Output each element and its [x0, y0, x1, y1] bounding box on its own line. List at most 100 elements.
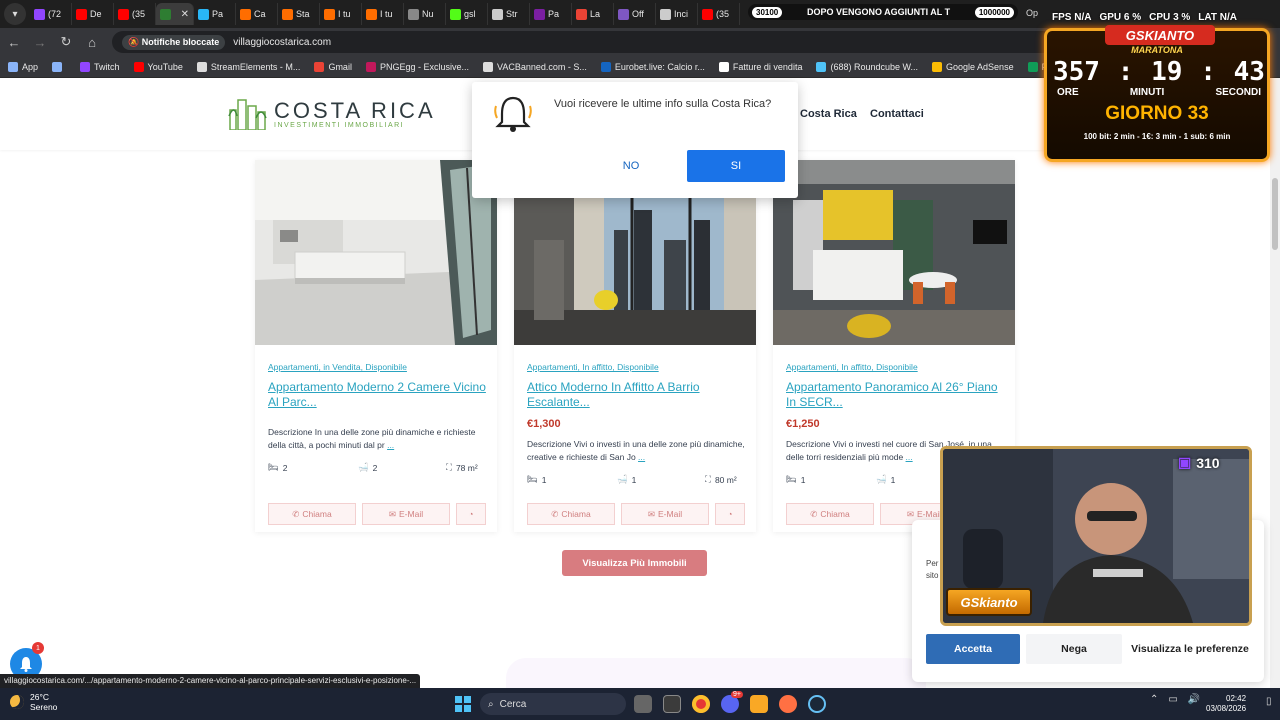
- area-value: 78 m²: [455, 462, 478, 473]
- notification-question: Vuoi ricevere le ultime info sulla Costa…: [554, 98, 772, 110]
- bookmark-item[interactable]: Gmail: [314, 61, 352, 72]
- bookmark-item[interactable]: YouTube: [133, 61, 183, 72]
- apartment-photo-3: [773, 160, 1015, 345]
- nav-costa-rica[interactable]: Costa Rica: [800, 108, 857, 120]
- bookmark-item[interactable]: (688) Roundcube W...: [816, 61, 918, 72]
- task-view-icon[interactable]: [634, 695, 652, 713]
- browser-tab[interactable]: Pa: [194, 3, 236, 25]
- browser-tab[interactable]: (35: [114, 3, 156, 25]
- tab-favicon-icon: [118, 8, 129, 20]
- taskbar-search[interactable]: ⌕ Cerca: [480, 693, 626, 715]
- bookmark-item[interactable]: Fatture di vendita: [718, 61, 802, 72]
- bookmark-item[interactable]: Twitch: [80, 61, 120, 72]
- chrome-icon[interactable]: [692, 695, 710, 713]
- back-icon[interactable]: ←: [2, 30, 26, 54]
- call-label: Chiama: [302, 509, 332, 519]
- cpu-stat: CPU 3 %: [1149, 12, 1190, 23]
- browser-tab[interactable]: Str: [488, 3, 530, 25]
- bookmark-item[interactable]: Eurobet.live: Calcio r...: [600, 61, 705, 72]
- hours-label: ORE: [1057, 87, 1079, 98]
- cookie-preferences-button[interactable]: Visualizza le preferenze: [1128, 634, 1252, 664]
- property-photo[interactable]: [773, 160, 1015, 345]
- call-button[interactable]: ✆ Chiama: [527, 503, 615, 525]
- notifications-blocked-chip[interactable]: 🔕 Notifiche bloccate: [122, 34, 226, 50]
- notification-no-button[interactable]: NO: [600, 150, 662, 182]
- browser-tab[interactable]: La: [572, 3, 614, 25]
- site-logo[interactable]: COSTA RICA INVESTIMENTI IMMOBILIARI: [228, 96, 436, 130]
- phone-icon: ✆: [810, 508, 818, 519]
- page-scrollbar[interactable]: [1270, 78, 1280, 688]
- browser-tab[interactable]: Off: [614, 3, 656, 25]
- cookie-deny-button[interactable]: Nega: [1026, 634, 1122, 664]
- property-tags[interactable]: Appartamenti, In affitto, Disponibile: [786, 362, 918, 372]
- forward-icon[interactable]: →: [28, 30, 52, 54]
- fps-label: FPS: [1052, 12, 1072, 23]
- call-button[interactable]: ✆ Chiama: [786, 503, 874, 525]
- file-explorer-icon[interactable]: [750, 695, 768, 713]
- bookmark-item[interactable]: Google AdSense: [932, 61, 1014, 72]
- browser-tab[interactable]: ✕: [156, 3, 194, 25]
- tab-search-button[interactable]: ▾: [4, 3, 26, 25]
- browser-tab[interactable]: De: [72, 3, 114, 25]
- firefox-icon[interactable]: [779, 695, 797, 713]
- notifications-icon[interactable]: ▯: [1266, 696, 1276, 712]
- home-icon[interactable]: ⌂: [80, 30, 104, 54]
- bookmark-item[interactable]: VACBanned.com - S...: [482, 61, 587, 72]
- scrollbar-thumb[interactable]: [1272, 178, 1278, 250]
- browser-tab[interactable]: (35: [698, 3, 740, 25]
- call-button[interactable]: ✆ Chiama: [268, 503, 356, 525]
- reload-icon[interactable]: ↻: [54, 30, 78, 54]
- read-more-link[interactable]: ...: [387, 440, 394, 450]
- browser-tab[interactable]: (72: [30, 3, 72, 25]
- start-button[interactable]: [455, 696, 471, 712]
- bookmark-item[interactable]: [52, 61, 66, 72]
- browser-tab[interactable]: Inci: [656, 3, 698, 25]
- property-title[interactable]: Appartamento Panoramico Al 26° Piano In …: [786, 380, 1006, 410]
- clock-time: 02:42: [1226, 694, 1247, 703]
- property-card[interactable]: Appartamenti, in Vendita, Disponibile Ap…: [255, 160, 497, 532]
- bookmark-item[interactable]: StreamElements - M...: [196, 61, 300, 72]
- whatsapp-button[interactable]: ◔: [715, 503, 745, 525]
- whatsapp-button[interactable]: ◔: [456, 503, 486, 525]
- bedrooms-count: 2: [282, 462, 288, 473]
- property-tags[interactable]: Appartamenti, In affitto, Disponibile: [527, 362, 659, 372]
- bookmark-item[interactable]: App: [8, 61, 38, 72]
- network-icon[interactable]: ▭: [1168, 694, 1177, 705]
- property-photo[interactable]: [255, 160, 497, 345]
- weather-widget[interactable]: 26°C Sereno: [10, 692, 57, 712]
- read-more-link[interactable]: ...: [638, 452, 645, 462]
- timer-brand: GSKIANTO: [1105, 25, 1215, 45]
- volume-icon[interactable]: 🔊: [1188, 694, 1200, 705]
- system-clock[interactable]: 02:42 03/08/2026: [1206, 694, 1246, 714]
- close-tab-icon[interactable]: ✕: [181, 9, 189, 20]
- email-button[interactable]: ✉ E-Mail: [621, 503, 709, 525]
- steam-icon[interactable]: [808, 695, 826, 713]
- address-bar[interactable]: 🔕 Notifiche bloccate villaggiocostarica.…: [112, 31, 1092, 53]
- notification-yes-button[interactable]: SI: [687, 150, 785, 182]
- read-more-link[interactable]: ...: [906, 452, 913, 462]
- store-icon[interactable]: [663, 695, 681, 713]
- browser-tab[interactable]: Pa: [530, 3, 572, 25]
- property-title[interactable]: Appartamento Moderno 2 Camere Vicino Al …: [268, 380, 488, 410]
- bookmark-favicon-icon: [314, 61, 325, 72]
- property-tags[interactable]: Appartamenti, in Vendita, Disponibile: [268, 362, 407, 372]
- lat-value: N/A: [1219, 12, 1238, 23]
- browser-tab[interactable]: I tu: [320, 3, 362, 25]
- chevron-up-icon[interactable]: ⌃: [1150, 694, 1158, 705]
- nav-contattaci[interactable]: Contattaci: [870, 108, 924, 120]
- browser-tab[interactable]: Nu: [404, 3, 446, 25]
- property-card[interactable]: Appartamenti, In affitto, Disponibile At…: [514, 160, 756, 532]
- email-button[interactable]: ✉ E-Mail: [362, 503, 450, 525]
- bookmark-item[interactable]: PNGEgg - Exclusive...: [365, 61, 469, 72]
- cookie-accept-button[interactable]: Accetta: [926, 634, 1020, 664]
- tab-list: (72 De (35 ✕ Pa Ca Sta I tu I tu Nu gsl Str Pa La Off I…: [30, 3, 740, 25]
- browser-tab[interactable]: gsl: [446, 3, 488, 25]
- moon-icon: [10, 695, 24, 709]
- browser-tab[interactable]: I tu: [362, 3, 404, 25]
- property-title[interactable]: Attico Moderno In Affitto A Barrio Escal…: [527, 380, 747, 410]
- browser-tab[interactable]: Ca: [236, 3, 278, 25]
- whatsapp-icon: ◔: [468, 509, 474, 519]
- view-more-properties-button[interactable]: Visualizza Più Immobili: [562, 550, 707, 576]
- bath-icon: 🛁: [358, 462, 369, 472]
- browser-tab[interactable]: Sta: [278, 3, 320, 25]
